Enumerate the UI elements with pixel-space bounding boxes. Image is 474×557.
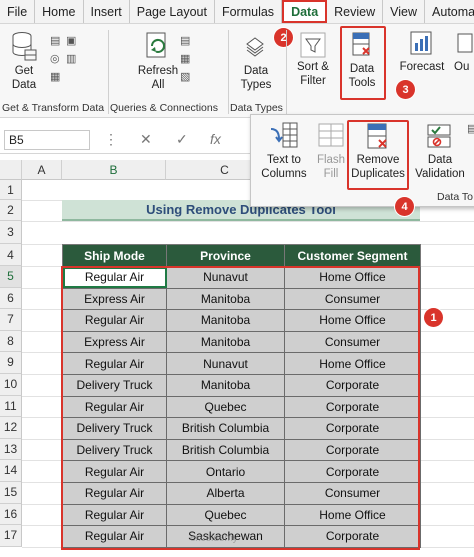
text-to-columns-icon bbox=[270, 122, 298, 148]
row-header[interactable]: 7 bbox=[0, 309, 22, 331]
refresh-all-label: Refresh All bbox=[137, 65, 179, 91]
cancel-icon[interactable]: ✕ bbox=[140, 131, 152, 148]
properties-icon[interactable]: ▦ bbox=[180, 50, 190, 68]
select-all-corner[interactable] bbox=[0, 160, 22, 180]
get-data-label: Get Data bbox=[11, 65, 37, 91]
row-header[interactable]: 15 bbox=[0, 482, 22, 504]
formula-bar-options-icon[interactable]: ⋮ bbox=[104, 131, 118, 148]
data-tools-panel: Text to Columns Flash Fill Remove Duplic… bbox=[250, 114, 474, 216]
group-label-data-types: Data Types bbox=[230, 102, 283, 114]
get-data-button[interactable]: Get Data bbox=[4, 30, 44, 92]
from-text-icon[interactable]: ▤ bbox=[50, 32, 64, 50]
row-header[interactable]: 2 bbox=[0, 200, 22, 221]
step-badge-2: 2 bbox=[274, 28, 293, 47]
text-to-columns-label: Text to Columns bbox=[261, 154, 307, 180]
enter-icon[interactable]: ✓ bbox=[176, 131, 188, 148]
row-header[interactable]: 3 bbox=[0, 221, 22, 244]
data-types-icon bbox=[246, 37, 264, 57]
data-validation-label: Data Validation bbox=[415, 154, 465, 180]
outline-label: Ou bbox=[454, 61, 470, 73]
data-types-button[interactable]: Data Types bbox=[234, 34, 278, 92]
row-header[interactable]: 13 bbox=[0, 438, 22, 461]
data-validation-icon bbox=[427, 124, 451, 148]
row-header[interactable]: 9 bbox=[0, 352, 22, 374]
forecast-button[interactable]: Forecast bbox=[398, 30, 446, 74]
group-label-get-transform: Get & Transform Data bbox=[2, 102, 105, 114]
tab-automate[interactable]: Automate bbox=[425, 0, 474, 23]
row-header[interactable]: 14 bbox=[0, 460, 22, 482]
column-header-b[interactable]: B bbox=[62, 160, 166, 180]
tab-formulas[interactable]: Formulas bbox=[215, 0, 283, 23]
queries-connections-icon[interactable]: ▤ bbox=[180, 32, 190, 50]
tab-home[interactable]: Home bbox=[35, 0, 84, 23]
row-header[interactable]: 12 bbox=[0, 417, 22, 439]
flash-fill-icon bbox=[318, 123, 344, 147]
data-tools-highlight bbox=[340, 26, 386, 100]
existing-connections-icon[interactable]: ▥ bbox=[66, 50, 80, 68]
separator bbox=[286, 30, 287, 114]
row-header[interactable]: 8 bbox=[0, 330, 22, 353]
group-label-queries: Queries & Connections bbox=[110, 102, 218, 114]
watermark: exceldemy bbox=[190, 533, 238, 544]
row-header[interactable]: 6 bbox=[0, 287, 22, 310]
gridline bbox=[22, 221, 474, 222]
get-data-small-icons: ▤ ◎ ▦ bbox=[50, 32, 64, 86]
filter-icon bbox=[300, 32, 326, 58]
step-badge-3: 3 bbox=[396, 80, 415, 99]
ribbon: Get Data ▤ ◎ ▦ ▣ ▥ Get & Transform Data … bbox=[0, 24, 474, 118]
data-types-label: Data Types bbox=[240, 65, 272, 91]
row-header[interactable]: 11 bbox=[0, 395, 22, 418]
database-icon bbox=[12, 32, 37, 61]
row-header[interactable]: 1 bbox=[0, 180, 22, 200]
from-table-icon[interactable]: ▦ bbox=[50, 68, 64, 86]
row-header[interactable]: 17 bbox=[0, 525, 22, 547]
row-header[interactable]: 10 bbox=[0, 374, 22, 396]
consolidate-icon[interactable]: ▤ bbox=[467, 121, 474, 137]
refresh-all-button[interactable]: Refresh All bbox=[134, 30, 182, 92]
refresh-icon bbox=[146, 32, 166, 58]
header-ship-mode[interactable]: Ship Mode bbox=[62, 244, 167, 267]
text-to-columns-button[interactable]: Text to Columns bbox=[255, 121, 313, 181]
ribbon-tab-bar: File Home Insert Page Layout Formulas Da… bbox=[0, 0, 474, 24]
forecast-icon bbox=[410, 31, 432, 55]
data-validation-button[interactable]: Data Validation bbox=[413, 121, 467, 181]
separator bbox=[228, 30, 229, 114]
tab-data[interactable]: Data bbox=[282, 0, 328, 23]
tab-file[interactable]: File bbox=[0, 0, 36, 23]
tab-page-layout[interactable]: Page Layout bbox=[130, 0, 215, 23]
tab-review[interactable]: Review bbox=[327, 0, 384, 23]
from-web-icon[interactable]: ◎ bbox=[50, 50, 64, 68]
forecast-label: Forecast bbox=[399, 61, 445, 73]
header-customer-segment[interactable]: Customer Segment bbox=[284, 244, 421, 267]
edit-links-icon[interactable]: ▧ bbox=[180, 68, 190, 86]
header-province[interactable]: Province bbox=[166, 244, 285, 267]
row-header[interactable]: 16 bbox=[0, 503, 22, 526]
outline-button[interactable]: Ou bbox=[454, 30, 474, 74]
data-range-highlight bbox=[61, 266, 420, 550]
header-row: Ship Mode Province Customer Segment bbox=[62, 244, 421, 267]
flash-fill-button[interactable]: Flash Fill bbox=[313, 121, 349, 181]
group-label-data-tools: Data To bbox=[437, 191, 473, 203]
row-header[interactable]: 4 bbox=[0, 244, 22, 266]
tab-insert[interactable]: Insert bbox=[84, 0, 130, 23]
queries-small-icons: ▤ ▦ ▧ bbox=[180, 32, 190, 86]
step-badge-1: 1 bbox=[424, 308, 443, 327]
separator bbox=[108, 30, 109, 114]
flash-fill-label: Flash Fill bbox=[316, 154, 346, 180]
data-tools-extra-icons: ▤ bbox=[467, 121, 474, 137]
outline-icon bbox=[457, 33, 473, 53]
row-header[interactable]: 5 bbox=[0, 266, 22, 288]
sort-filter-button[interactable]: Sort & Filter bbox=[292, 32, 334, 88]
tab-view[interactable]: View bbox=[383, 0, 426, 23]
sort-filter-label: Sort & Filter bbox=[297, 61, 329, 87]
step-badge-4: 4 bbox=[395, 197, 414, 216]
column-header-a[interactable]: A bbox=[22, 160, 62, 180]
insert-function-icon[interactable]: fx bbox=[210, 131, 221, 147]
get-data-small-icons-2: ▣ ▥ bbox=[66, 32, 80, 68]
recent-sources-icon[interactable]: ▣ bbox=[66, 32, 80, 50]
remove-duplicates-highlight bbox=[347, 120, 409, 190]
name-box[interactable]: B5 bbox=[4, 130, 90, 150]
